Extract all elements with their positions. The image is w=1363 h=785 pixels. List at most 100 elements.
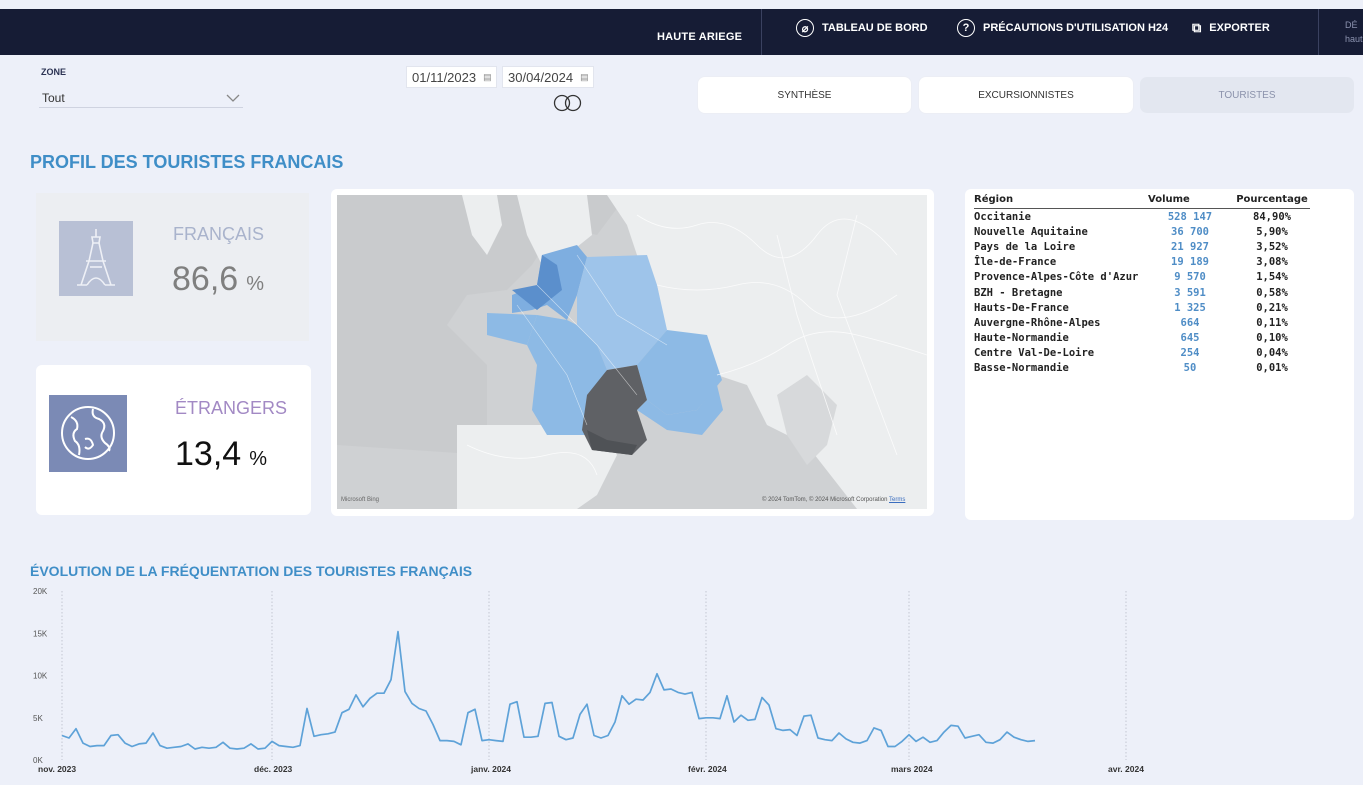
tab-touristes-label: TOURISTES <box>1218 89 1276 101</box>
francais-percent: 86,6 <box>172 260 239 298</box>
zone-filter-label: ZONE <box>41 67 67 77</box>
dashboard-nav-button[interactable]: ⌀ TABLEAU DE BORD <box>796 18 928 38</box>
region-cell: Pays de la Loire <box>974 240 1076 253</box>
y-tick-label: 5K <box>33 714 43 723</box>
percent-cell: 0,58% <box>1256 286 1288 299</box>
regions-map-graphic <box>337 195 927 509</box>
region-column-header[interactable]: Région <box>974 193 1146 209</box>
attendance-line-chart: 0K5K10K15K20Knov. 2023 déc. 2023 janv. 202… <box>33 587 1144 774</box>
percent-cell: 0,11% <box>1256 316 1288 329</box>
table-row[interactable]: Occitanie 528 147 84,90% <box>974 209 1310 225</box>
export-nav-button[interactable]: ⧉ EXPORTER <box>1192 18 1270 38</box>
percent-cell: 1,54% <box>1256 271 1288 284</box>
percent-cell: 0,01% <box>1256 362 1288 375</box>
francais-unit: % <box>246 273 264 295</box>
zone-dropdown[interactable]: Tout <box>39 88 243 108</box>
compass-icon: ⌀ <box>796 19 814 37</box>
x-tick-label: févr. 2024 <box>688 764 727 774</box>
volume-cell: 9 570 <box>1174 271 1206 284</box>
volume-cell: 1 325 <box>1174 301 1206 314</box>
nav-separator <box>1318 9 1319 55</box>
percent-cell: 0,21% <box>1256 301 1288 314</box>
tab-synthese[interactable]: SYNTHÈSE <box>698 77 911 113</box>
table-row[interactable]: Centre Val-De-Loire 254 0,04% <box>974 346 1310 361</box>
table-row[interactable]: BZH - Bretagne 3 591 0,58% <box>974 285 1310 300</box>
table-row[interactable]: Basse-Normandie 50 0,01% <box>974 361 1310 376</box>
end-date-input[interactable]: 30/04/2024 ▤ <box>502 66 594 88</box>
etrangers-label: ÉTRANGERS <box>175 398 288 418</box>
table-row[interactable]: Provence-Alpes-Côte d'Azur 9 570 1,54% <box>974 270 1310 285</box>
zone-name-label: HAUTE ARIEGE <box>657 31 743 43</box>
start-date-value: 01/11/2023 <box>412 69 477 85</box>
x-tick-label: nov. 2023 <box>38 764 76 774</box>
map-attribution-copyright: © 2024 TomTom, © 2024 Microsoft Corporat… <box>762 497 905 503</box>
calendar-icon: ▤ <box>580 71 589 82</box>
percent-column-header[interactable]: Pourcentage <box>1234 193 1310 209</box>
region-cell: Basse-Normandie <box>974 362 1069 375</box>
percent-cell: 0,04% <box>1256 347 1288 360</box>
x-tick-label: avr. 2024 <box>1108 764 1144 774</box>
percent-cell: 3,08% <box>1256 256 1288 269</box>
help-icon: ? <box>957 19 975 37</box>
tab-excursionnistes[interactable]: EXCURSIONNISTES <box>919 77 1133 113</box>
tab-touristes[interactable]: TOURISTES <box>1140 77 1354 113</box>
evolution-section-title: ÉVOLUTION DE LA FRÉQUENTATION DES TOURIS… <box>30 563 473 579</box>
volume-cell: 21 927 <box>1171 240 1209 253</box>
volume-cell: 19 189 <box>1171 256 1209 269</box>
francais-value: 86,6% <box>172 260 264 299</box>
table-row[interactable]: Haute-Normandie 645 0,10% <box>974 331 1310 346</box>
map-terms-link[interactable]: Terms <box>889 497 905 503</box>
etrangers-kpi-card: ÉTRANGERS 13,4% <box>36 365 311 515</box>
volume-cell: 254 <box>1180 347 1200 360</box>
user-menu-sublabel: haut <box>1345 34 1363 44</box>
map-attribution-bing: Microsoft Bing <box>341 497 380 503</box>
table-row[interactable]: Pays de la Loire 21 927 3,52% <box>974 239 1310 254</box>
francais-label: FRANÇAIS <box>173 224 265 244</box>
date-slider-handle-icon[interactable] <box>551 94 585 112</box>
profile-section-title: PROFIL DES TOURISTES FRANCAIS <box>30 152 344 172</box>
zone-dropdown-value: Tout <box>42 90 65 105</box>
table-row[interactable]: Auvergne-Rhône-Alpes 664 0,11% <box>974 315 1310 330</box>
region-table-body: Occitanie 528 147 84,90% Nouvelle Aquitaine… <box>974 209 1310 377</box>
volume-cell: 36 700 <box>1171 225 1209 238</box>
region-cell: Auvergne-Rhône-Alpes <box>974 316 1101 329</box>
region-cell: Provence-Alpes-Côte d'Azur <box>974 271 1139 284</box>
precautions-nav-button[interactable]: ? PRÉCAUTIONS D'UTILISATION H24 <box>957 18 1168 38</box>
eiffel-tower-icon <box>59 221 133 296</box>
region-cell: Île-de-France <box>974 256 1057 269</box>
chevron-down-icon <box>226 94 240 102</box>
calendar-icon: ▤ <box>483 71 492 82</box>
series-line <box>61 630 1036 750</box>
user-menu[interactable]: DÉ haut <box>1345 18 1363 46</box>
etrangers-value: 13,4% <box>175 435 267 474</box>
tab-excursionnistes-label: EXCURSIONNISTES <box>978 89 1074 101</box>
regions-map[interactable] <box>337 195 927 509</box>
dashboard-nav-label: TABLEAU DE BORD <box>822 22 928 34</box>
table-row[interactable]: Hauts-De-France 1 325 0,21% <box>974 300 1310 315</box>
y-tick-label: 20K <box>33 587 48 596</box>
region-cell: Haute-Normandie <box>974 332 1069 345</box>
percent-cell: 5,90% <box>1256 225 1288 238</box>
nav-separator <box>761 9 762 55</box>
francais-kpi-card: FRANÇAIS 86,6% <box>36 193 309 341</box>
export-nav-label: EXPORTER <box>1209 22 1270 34</box>
start-date-input[interactable]: 01/11/2023 ▤ <box>406 66 497 88</box>
region-cell: BZH - Bretagne <box>974 286 1063 299</box>
volume-cell: 664 <box>1180 316 1200 329</box>
globe-icon <box>49 395 127 472</box>
volume-cell: 645 <box>1180 332 1200 345</box>
top-navigation-bar: HAUTE ARIEGE ⌀ TABLEAU DE BORD ? PRÉCAUT… <box>0 9 1363 55</box>
x-tick-label: mars 2024 <box>891 764 933 774</box>
etrangers-percent: 13,4 <box>175 435 242 473</box>
precautions-nav-label: PRÉCAUTIONS D'UTILISATION H24 <box>983 22 1169 34</box>
x-tick-label: janv. 2024 <box>470 764 511 774</box>
region-cell: Nouvelle Aquitaine <box>974 225 1088 238</box>
volume-column-header[interactable]: Volume <box>1146 193 1234 209</box>
region-cell: Centre Val-De-Loire <box>974 347 1095 360</box>
table-row[interactable]: Île-de-France 19 189 3,08% <box>974 255 1310 270</box>
export-icon: ⧉ <box>1192 20 1202 35</box>
percent-cell: 3,52% <box>1256 240 1288 253</box>
end-date-value: 30/04/2024 <box>508 69 574 85</box>
table-row[interactable]: Nouvelle Aquitaine 36 700 5,90% <box>974 224 1310 239</box>
etrangers-unit: % <box>249 448 267 470</box>
